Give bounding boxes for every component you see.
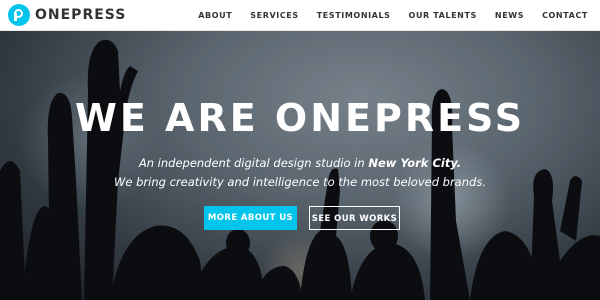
main-nav: ABOUT SERVICES TESTIMONIALS OUR TALENTS … xyxy=(198,0,588,30)
brand[interactable]: ONEPRESS xyxy=(8,2,126,28)
tagline-city: New York City. xyxy=(368,156,462,170)
nav-our-talents[interactable]: OUR TALENTS xyxy=(409,11,477,20)
hero-tagline-line1: An independent digital design studio in … xyxy=(0,156,600,170)
p-logo-icon xyxy=(8,4,30,26)
nav-services[interactable]: SERVICES xyxy=(250,11,298,20)
nav-testimonials[interactable]: TESTIMONIALS xyxy=(317,11,391,20)
nav-news[interactable]: NEWS xyxy=(495,11,524,20)
hero-title: WE ARE ONEPRESS xyxy=(74,96,526,140)
hero-content: WE ARE ONEPRESS An independent digital d… xyxy=(0,31,600,300)
hero-section: WE ARE ONEPRESS An independent digital d… xyxy=(0,31,600,300)
more-about-us-button[interactable]: MORE ABOUT US xyxy=(204,206,297,230)
site-header: ONEPRESS ABOUT SERVICES TESTIMONIALS OUR… xyxy=(0,0,600,31)
hero-tagline-line2: We bring creativity and intelligence to … xyxy=(114,175,486,189)
brand-name: ONEPRESS xyxy=(35,7,127,23)
nav-about[interactable]: ABOUT xyxy=(198,11,232,20)
tagline-prefix: An independent digital design studio in xyxy=(138,156,369,170)
nav-contact[interactable]: CONTACT xyxy=(542,11,588,20)
see-our-works-button[interactable]: SEE OUR WORKS xyxy=(309,206,400,230)
